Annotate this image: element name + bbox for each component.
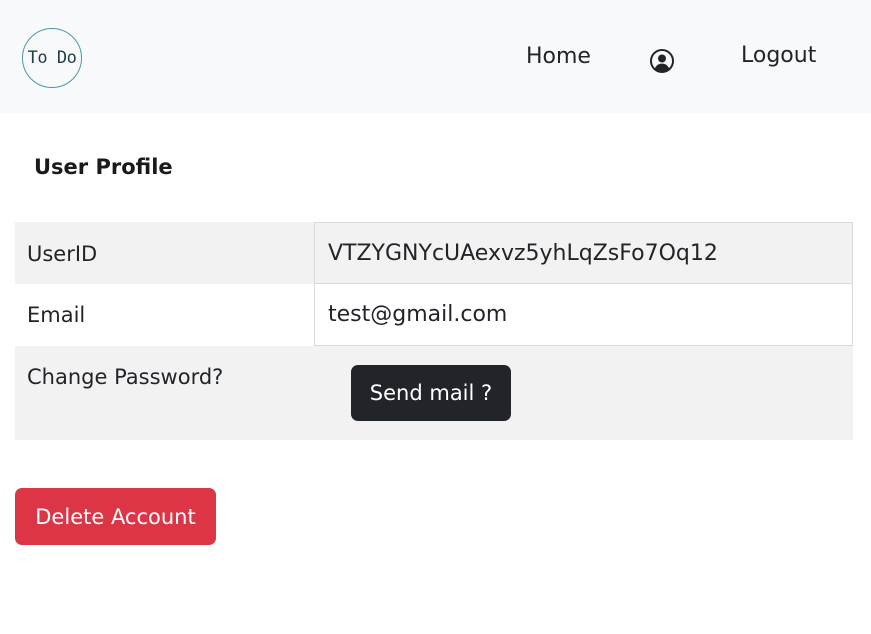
email-label: Email (27, 303, 86, 327)
change-password-label: Change Password? (27, 365, 224, 389)
todo-logo[interactable]: To Do (22, 28, 82, 88)
nav-logout-link[interactable]: Logout (741, 43, 816, 68)
nav-home-link[interactable]: Home (526, 44, 591, 69)
navbar: To Do Home Logout (0, 0, 871, 113)
profile-table: UserID VTZYGNYcUAexvz5yhLqZsFo7Oq12 Emai… (15, 222, 853, 440)
user-circle-icon[interactable] (649, 48, 675, 74)
delete-account-button[interactable]: Delete Account (15, 488, 216, 545)
userid-value: VTZYGNYcUAexvz5yhLqZsFo7Oq12 (314, 222, 853, 284)
table-row-userid: UserID VTZYGNYcUAexvz5yhLqZsFo7Oq12 (15, 222, 853, 284)
table-row-email: Email test@gmail.com (15, 284, 853, 346)
email-value: test@gmail.com (314, 284, 853, 346)
send-mail-button[interactable]: Send mail ? (351, 365, 511, 421)
page-title: User Profile (34, 155, 173, 179)
table-row-change-password: Change Password? Send mail ? (15, 346, 853, 440)
logo-text: To Do (27, 48, 77, 68)
userid-label: UserID (27, 242, 98, 266)
